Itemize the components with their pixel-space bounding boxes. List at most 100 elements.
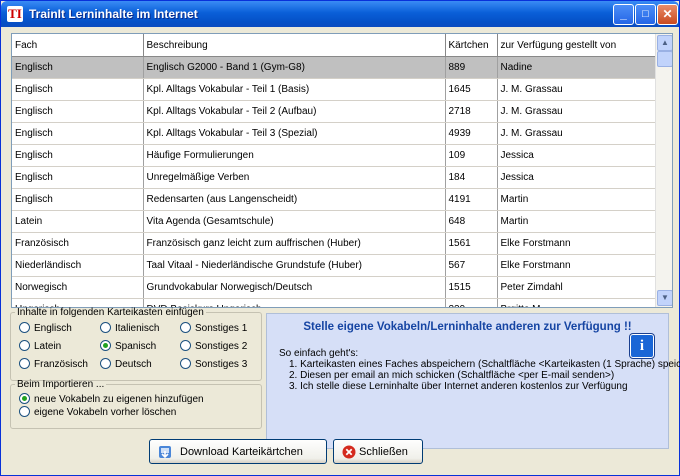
- close-button[interactable]: Schließen: [333, 439, 423, 464]
- cell-provider: Elke Forstmann: [497, 232, 657, 255]
- radio-circle-icon[interactable]: [180, 358, 191, 369]
- radio-insert-sonstiges-1[interactable]: Sonstiges 1: [180, 322, 247, 334]
- radio-label: Französisch: [34, 359, 88, 370]
- main-window: TI TrainIt Lerninhalte im Internet _ □ ✕…: [0, 0, 680, 476]
- cell-fach: Englisch: [12, 78, 144, 101]
- table-row[interactable]: Englisch Kpl. Alltags Vokabular - Teil 2 …: [12, 100, 657, 123]
- header-kaertchen[interactable]: Kärtchen: [445, 34, 498, 57]
- cell-provider: Elke Forstmann: [497, 254, 657, 277]
- radio-insert-deutsch[interactable]: Deutsch: [100, 358, 152, 370]
- header-provider[interactable]: zur Verfügung gestellt von: [497, 34, 657, 57]
- radio-circle-icon[interactable]: [19, 406, 30, 417]
- radio-insert-italienisch[interactable]: Italienisch: [100, 322, 159, 334]
- radio-insert-englisch[interactable]: Englisch: [19, 322, 72, 334]
- vertical-scrollbar[interactable]: ▲ ▼: [655, 34, 672, 307]
- cell-provider: Nadine: [497, 56, 657, 79]
- radio-label: Sonstiges 3: [195, 359, 248, 370]
- instruction-step-3: 3. Ich stelle diese Lerninhalte über Int…: [289, 381, 628, 392]
- radio-label: Sonstiges 1: [195, 323, 248, 334]
- content-table: Fach Beschreibung Kärtchen zur Verfügung…: [11, 33, 673, 308]
- insert-target-legend: Inhalte in folgenden Karteikasten einfüg…: [17, 307, 204, 318]
- radio-insert-sonstiges-3[interactable]: Sonstiges 3: [180, 358, 247, 370]
- cell-provider: J. M. Grassau: [497, 100, 657, 123]
- window-title: TrainIt Lerninhalte im Internet: [29, 7, 198, 21]
- radio-circle-icon[interactable]: [19, 358, 30, 369]
- cell-beschreibung: Häufige Formulierungen: [143, 144, 446, 167]
- radio-import-append[interactable]: neue Vokabeln zu eigenen hinzufügen: [19, 393, 204, 405]
- radio-label: Italienisch: [115, 323, 160, 334]
- header-fach[interactable]: Fach: [12, 34, 144, 57]
- scroll-thumb[interactable]: [657, 51, 672, 67]
- radio-insert-franz-sisch[interactable]: Französisch: [19, 358, 88, 370]
- cell-kaertchen: 567: [445, 254, 498, 277]
- radio-circle-icon[interactable]: [100, 358, 111, 369]
- close-label: Schließen: [359, 446, 408, 458]
- radio-circle-icon[interactable]: [19, 322, 30, 333]
- radio-insert-latein[interactable]: Latein: [19, 340, 61, 352]
- cell-fach: Englisch: [12, 122, 144, 145]
- cell-fach: Niederländisch: [12, 254, 144, 277]
- import-mode-legend: Beim Importieren ...: [17, 379, 105, 390]
- table-row[interactable]: Englisch Englisch G2000 - Band 1 (Gym-G8)…: [12, 56, 657, 79]
- table-row[interactable]: Niederländisch Taal Vitaal - Niederländis…: [12, 254, 657, 277]
- maximize-button[interactable]: □: [635, 4, 656, 25]
- radio-label: eigene Vokabeln vorher löschen: [34, 407, 177, 418]
- cell-kaertchen: 109: [445, 144, 498, 167]
- close-icon: [342, 445, 356, 459]
- radio-circle-icon[interactable]: [19, 340, 30, 351]
- cell-beschreibung: Vita Agenda (Gesamtschule): [143, 210, 446, 233]
- radio-label: Deutsch: [115, 359, 152, 370]
- radio-label: Spanisch: [115, 341, 157, 352]
- client-area: Fach Beschreibung Kärtchen zur Verfügung…: [4, 27, 680, 473]
- app-logo-icon: TI: [7, 6, 23, 22]
- cell-kaertchen: 1645: [445, 78, 498, 101]
- radio-circle-icon[interactable]: [180, 340, 191, 351]
- table-row[interactable]: Französisch Französisch ganz leicht zum a…: [12, 232, 657, 255]
- scroll-up-icon[interactable]: ▲: [657, 35, 672, 51]
- cell-kaertchen: 1561: [445, 232, 498, 255]
- cell-kaertchen: 229: [445, 298, 498, 307]
- radio-import-replace[interactable]: eigene Vokabeln vorher löschen: [19, 406, 176, 418]
- title-bar[interactable]: TI TrainIt Lerninhalte im Internet _ □ ✕: [1, 1, 679, 27]
- cell-kaertchen: 1515: [445, 276, 498, 299]
- cell-beschreibung: Unregelmäßige Verben: [143, 166, 446, 189]
- cell-beschreibung: Französisch ganz leicht zum auffrischen …: [143, 232, 446, 255]
- table-row[interactable]: Englisch Kpl. Alltags Vokabular - Teil 1 …: [12, 78, 657, 101]
- share-instructions: So einfach geht's: 1. Karteikasten eines…: [279, 348, 680, 392]
- cell-fach: Französisch: [12, 232, 144, 255]
- table-row[interactable]: Latein Vita Agenda (Gesamtschule) 648 Marti…: [12, 210, 657, 233]
- cell-beschreibung: Grundvokabular Norwegisch/Deutsch: [143, 276, 446, 299]
- scroll-down-icon[interactable]: ▼: [657, 290, 672, 306]
- table-row[interactable]: Norwegisch Grundvokabular Norwegisch/Deut…: [12, 276, 657, 299]
- radio-circle-icon[interactable]: [19, 393, 30, 404]
- close-window-button[interactable]: ✕: [657, 4, 678, 25]
- header-beschreibung[interactable]: Beschreibung: [143, 34, 446, 57]
- radio-circle-icon[interactable]: [180, 322, 191, 333]
- cell-provider: Brgitte M.: [497, 298, 657, 307]
- download-button[interactable]: Download Karteikärtchen: [149, 439, 327, 464]
- radio-label: Latein: [34, 341, 62, 352]
- cell-kaertchen: 4191: [445, 188, 498, 211]
- table-row[interactable]: Englisch Redensarten (aus Langenscheidt) 4…: [12, 188, 657, 211]
- cell-fach: Englisch: [12, 100, 144, 123]
- cell-fach: Englisch: [12, 144, 144, 167]
- table-row[interactable]: Englisch Kpl. Alltags Vokabular - Teil 3 …: [12, 122, 657, 145]
- table-row[interactable]: Englisch Unregelmäßige Verben 184 Jessica: [12, 166, 657, 189]
- cell-beschreibung: Englisch G2000 - Band 1 (Gym-G8): [143, 56, 446, 79]
- table-row[interactable]: Englisch Häufige Formulierungen 109 Jessica: [12, 144, 657, 167]
- share-info-panel: Stelle eigene Vokabeln/Lerninhalte ander…: [266, 313, 680, 449]
- cell-provider: J. M. Grassau: [497, 78, 657, 101]
- cell-provider: Jessica: [497, 166, 657, 189]
- cell-kaertchen: 648: [445, 210, 498, 233]
- radio-insert-spanisch[interactable]: Spanisch: [100, 340, 156, 352]
- radio-label: Sonstiges 2: [195, 341, 248, 352]
- radio-circle-icon[interactable]: [100, 322, 111, 333]
- radio-insert-sonstiges-2[interactable]: Sonstiges 2: [180, 340, 247, 352]
- radio-circle-icon[interactable]: [100, 340, 111, 351]
- cell-provider: Peter Zimdahl: [497, 276, 657, 299]
- minimize-button[interactable]: _: [613, 4, 634, 25]
- cell-kaertchen: 889: [445, 56, 498, 79]
- cell-kaertchen: 4939: [445, 122, 498, 145]
- cell-fach: Englisch: [12, 56, 144, 79]
- cell-kaertchen: 184: [445, 166, 498, 189]
